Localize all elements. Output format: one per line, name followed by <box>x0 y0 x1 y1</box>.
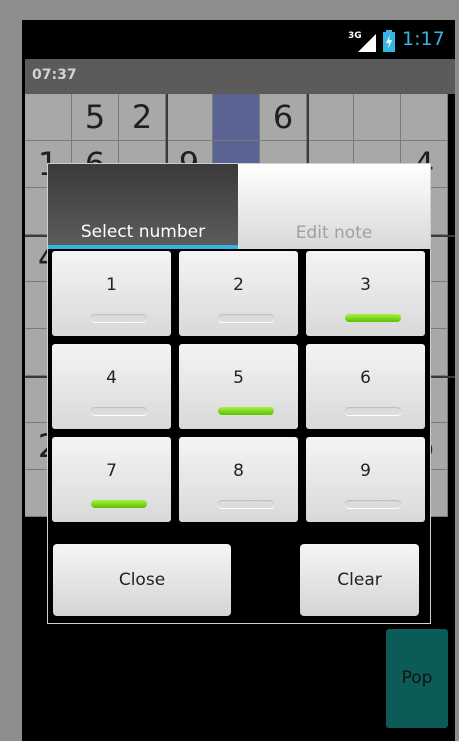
number-label: 6 <box>360 368 371 388</box>
number-button[interactable]: 6 <box>306 344 425 429</box>
close-button[interactable]: Close <box>53 544 231 616</box>
usage-indicator <box>91 314 147 322</box>
sudoku-cell[interactable] <box>401 94 448 141</box>
battery-charging-icon <box>383 30 395 52</box>
usage-indicator <box>91 500 147 508</box>
number-label: 1 <box>106 275 117 295</box>
timer-bar: 07:37 <box>25 59 455 94</box>
signal-icon <box>358 34 376 52</box>
clock: 1:17 <box>402 28 445 50</box>
number-button[interactable]: 7 <box>52 437 171 522</box>
usage-indicator <box>218 500 274 508</box>
number-button[interactable]: 8 <box>179 437 298 522</box>
sudoku-cell[interactable] <box>307 94 354 141</box>
usage-indicator <box>345 407 401 415</box>
number-label: 9 <box>360 461 371 481</box>
number-button[interactable]: 2 <box>179 251 298 336</box>
number-label: 3 <box>360 275 371 295</box>
sudoku-cell[interactable] <box>25 94 72 141</box>
usage-indicator <box>345 314 401 322</box>
sudoku-cell[interactable] <box>213 94 260 141</box>
tab-edit-note-label: Edit note <box>295 223 373 243</box>
number-picker-dialog: Select number Edit note 1 2 3 4 5 6 7 8 … <box>47 163 431 624</box>
number-label: 2 <box>233 275 244 295</box>
number-label: 4 <box>106 368 117 388</box>
number-button[interactable]: 5 <box>179 344 298 429</box>
number-label: 7 <box>106 461 117 481</box>
phone-screen: 3G 1:17 07:37 52616944226 Select number … <box>22 20 455 741</box>
usage-indicator <box>218 314 274 322</box>
number-button[interactable]: 9 <box>306 437 425 522</box>
number-button[interactable]: 4 <box>52 344 171 429</box>
clear-button[interactable]: Clear <box>300 544 419 616</box>
game-timer: 07:37 <box>32 67 77 83</box>
tab-select-number-label: Select number <box>80 222 206 242</box>
sudoku-cell[interactable]: 6 <box>260 94 307 141</box>
tab-edit-note[interactable]: Edit note <box>238 164 430 249</box>
usage-indicator <box>218 407 274 415</box>
sudoku-cell[interactable]: 5 <box>72 94 119 141</box>
number-label: 8 <box>233 461 244 481</box>
number-button[interactable]: 3 <box>306 251 425 336</box>
sudoku-cell[interactable] <box>166 94 213 141</box>
sudoku-cell[interactable]: 2 <box>119 94 166 141</box>
sudoku-cell[interactable] <box>354 94 401 141</box>
number-button[interactable]: 1 <box>52 251 171 336</box>
pop-button[interactable]: Pop <box>386 629 448 728</box>
number-label: 5 <box>233 368 244 388</box>
tab-select-number[interactable]: Select number <box>48 164 238 249</box>
status-bar: 3G 1:17 <box>22 20 455 60</box>
usage-indicator <box>91 407 147 415</box>
usage-indicator <box>345 500 401 508</box>
